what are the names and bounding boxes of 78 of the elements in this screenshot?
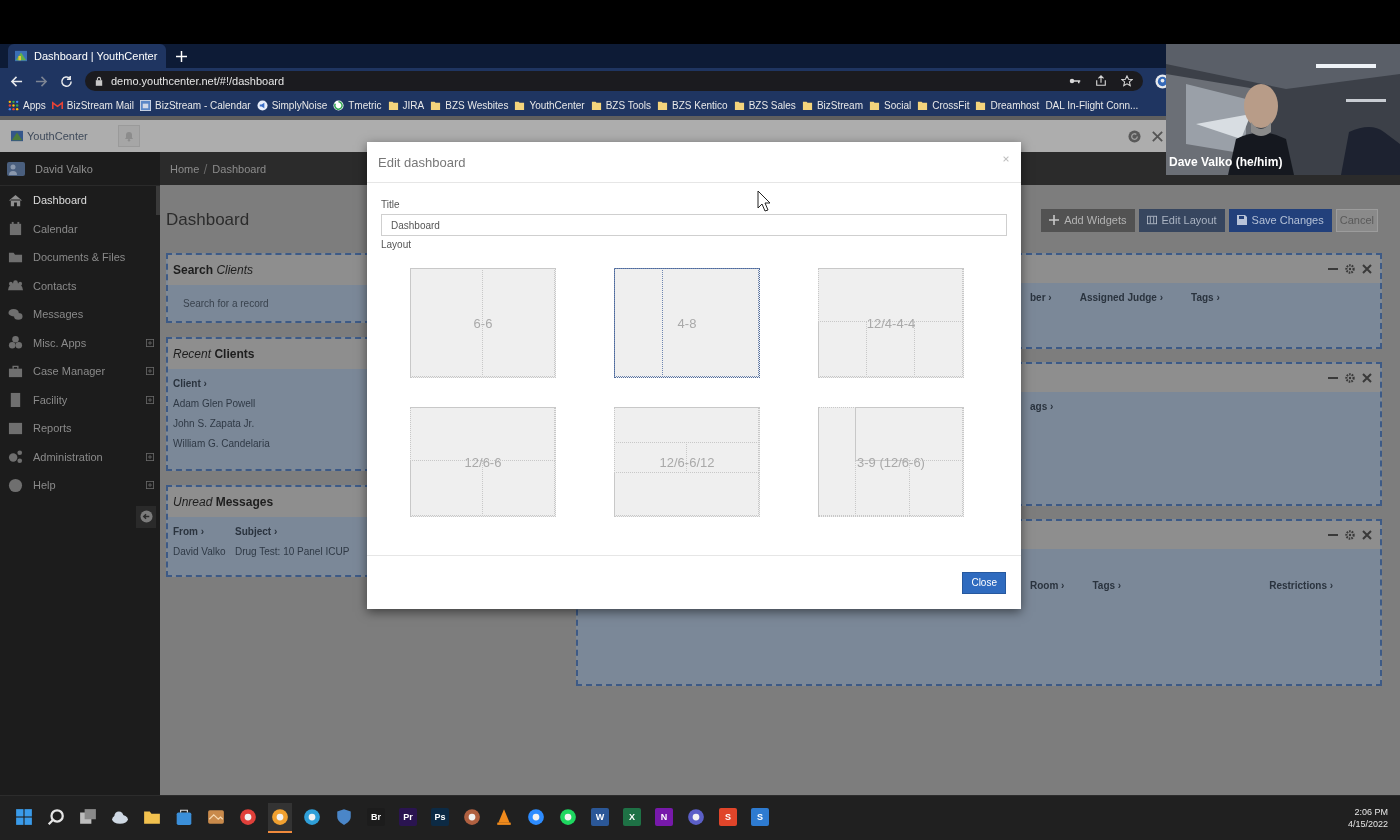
nav-item[interactable]: Documents & Files bbox=[0, 243, 160, 272]
nav-item[interactable]: Reports bbox=[0, 414, 160, 443]
dialog-title: Edit dashboard bbox=[378, 154, 466, 170]
table-cell-text: Adam Glen Powell bbox=[173, 397, 257, 409]
bookmark[interactable]: BZS Tools bbox=[590, 99, 652, 111]
column-header[interactable]: Assigned Judge › bbox=[1079, 291, 1164, 303]
taskbar-app[interactable]: S bbox=[748, 803, 772, 833]
field-label: Title bbox=[381, 199, 400, 210]
nav-item[interactable]: Case Manager bbox=[0, 357, 160, 386]
column-header[interactable]: Tags › bbox=[1092, 579, 1122, 591]
widget-title: Recent Clients bbox=[173, 347, 255, 361]
nav-item[interactable]: Help bbox=[0, 471, 160, 500]
action-button[interactable]: Edit Layout bbox=[1138, 208, 1225, 232]
action-button[interactable]: Save Changes bbox=[1228, 208, 1332, 232]
column-header[interactable]: ags › bbox=[1030, 400, 1054, 412]
bookmark[interactable]: JIRA bbox=[387, 99, 425, 111]
bookmark[interactable]: DAL In-Flight Conn... bbox=[1045, 99, 1139, 111]
taskbar-app[interactable]: W bbox=[588, 803, 612, 833]
close-button[interactable]: Close bbox=[962, 571, 1006, 594]
app-logo: N bbox=[655, 808, 673, 826]
user-name[interactable]: David Valko bbox=[35, 162, 93, 175]
column-header[interactable]: Room › bbox=[1030, 579, 1065, 591]
bookmark[interactable]: Dreamhost bbox=[975, 99, 1040, 111]
bookmark[interactable]: BizStream - Calendar bbox=[140, 99, 251, 111]
app-logo: X bbox=[623, 808, 641, 826]
bookmark[interactable]: BizStream Mail bbox=[51, 99, 135, 111]
brand-name: YouthCenter bbox=[27, 130, 88, 142]
browser-tab[interactable]: Dashboard | YouthCenter bbox=[8, 44, 166, 68]
taskbar-app[interactable]: N bbox=[652, 803, 676, 833]
app-logo: Pr bbox=[399, 808, 417, 826]
taskbar-app[interactable]: Ps bbox=[428, 803, 452, 833]
column-header[interactable]: Client › bbox=[173, 377, 333, 389]
taskbar-app[interactable]: X bbox=[620, 803, 644, 833]
breadcrumb-link[interactable]: Home bbox=[170, 162, 200, 175]
nav-item[interactable]: Misc. Apps bbox=[0, 328, 160, 357]
nav-item[interactable]: Administration bbox=[0, 442, 160, 471]
bookmark[interactable]: BZS Sales bbox=[733, 99, 796, 111]
participant-name: Dave Valko (he/him) bbox=[1169, 155, 1283, 169]
app-logo: Br bbox=[367, 808, 385, 826]
column-header[interactable]: ber › bbox=[1030, 291, 1052, 303]
page-title: Dashboard bbox=[166, 210, 250, 230]
nav-item[interactable]: Contacts bbox=[0, 271, 160, 300]
nav-item[interactable]: Messages bbox=[0, 300, 160, 329]
column-header[interactable]: From › bbox=[173, 525, 235, 537]
table-cell-text: William G. Candelaria bbox=[173, 437, 271, 449]
nav-item[interactable]: Calendar bbox=[0, 214, 160, 243]
bookmark[interactable]: BZS Wesbites bbox=[430, 99, 509, 111]
clock-time[interactable]: 2:06 PM bbox=[1354, 807, 1388, 817]
app-logo: W bbox=[591, 808, 609, 826]
breadcrumb-link[interactable]: Dashboard bbox=[212, 162, 267, 175]
field-label: Layout bbox=[381, 239, 412, 250]
bookmark[interactable]: YouthCenter bbox=[514, 99, 585, 111]
column-header[interactable]: Restrictions › bbox=[1269, 579, 1334, 591]
widget-title: Unread Messages bbox=[173, 495, 274, 509]
widget-title: Search Clients bbox=[173, 263, 254, 277]
bookmark[interactable]: Social bbox=[869, 99, 912, 111]
bookmark[interactable]: BizStream bbox=[801, 99, 863, 111]
taskbar-app[interactable]: Br bbox=[364, 803, 388, 833]
app-logo: S bbox=[719, 808, 737, 826]
bookmark[interactable]: Apps bbox=[8, 99, 46, 111]
bookmark[interactable]: CrossFit bbox=[917, 99, 970, 111]
table-cell-text: David Valko bbox=[173, 545, 227, 557]
bookmark[interactable]: SimplyNoise bbox=[256, 99, 328, 111]
bookmark[interactable]: Tmetric bbox=[333, 99, 382, 111]
action-button[interactable]: Add Widgets bbox=[1041, 208, 1135, 232]
column-header[interactable]: Tags › bbox=[1191, 291, 1220, 303]
taskbar-app[interactable]: Pr bbox=[396, 803, 420, 833]
app-logo: Ps bbox=[431, 808, 449, 826]
title-input[interactable]: Dashboard bbox=[381, 214, 1007, 236]
bookmark[interactable]: BZS Kentico bbox=[657, 99, 728, 111]
url-field[interactable]: demo.youthcenter.net/#!/dashboard bbox=[85, 71, 1143, 91]
clock-date[interactable]: 4/15/2022 bbox=[1347, 819, 1388, 829]
table-cell-text: Drug Test: 10 Panel ICUP bbox=[235, 545, 351, 557]
table-cell-text: John S. Zapata Jr. bbox=[173, 417, 256, 429]
nav-item[interactable]: Facility bbox=[0, 385, 160, 414]
app-logo: S bbox=[751, 808, 769, 826]
taskbar-app[interactable]: S bbox=[716, 803, 740, 833]
url-text: demo.youthcenter.net/#!/dashboard bbox=[111, 75, 286, 87]
